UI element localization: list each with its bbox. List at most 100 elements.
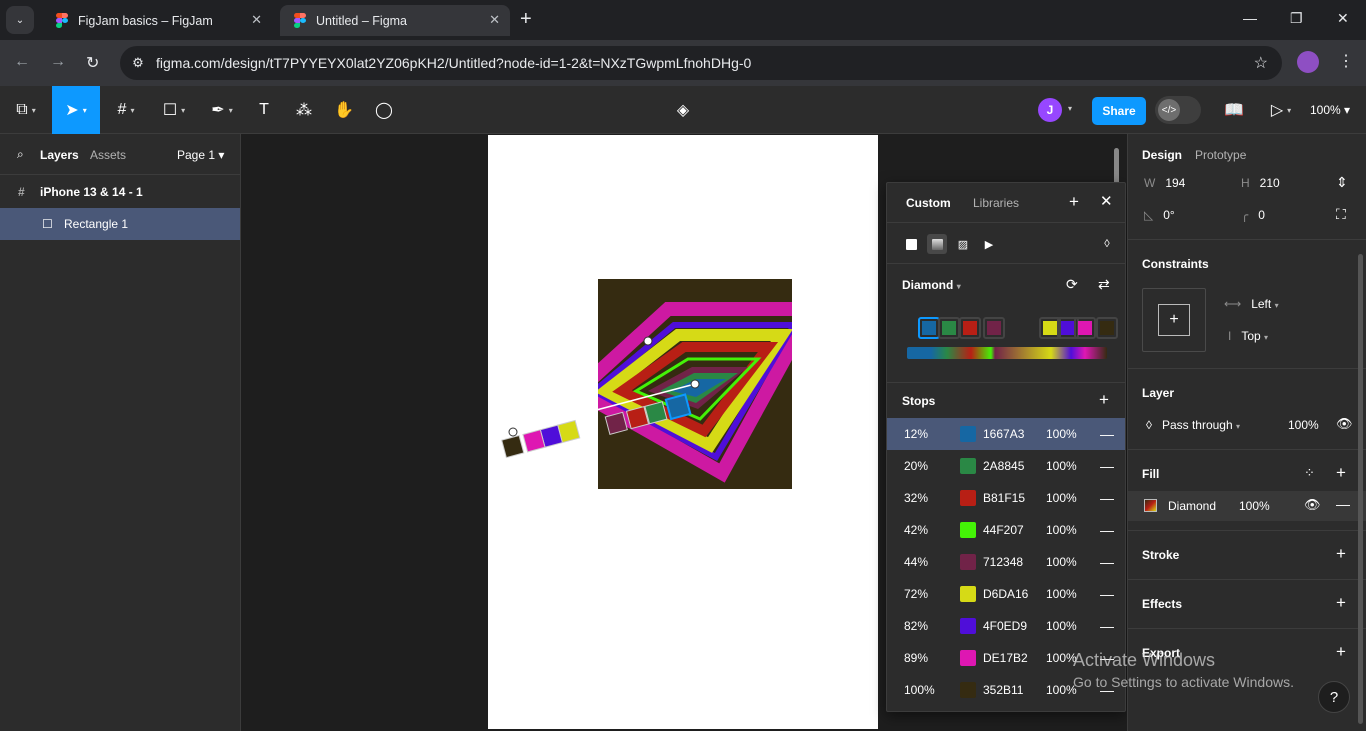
tab-untitled-figma[interactable]: Untitled – Figma ✕: [280, 5, 510, 36]
gradient-fill-icon[interactable]: [927, 234, 947, 254]
gradient-bar[interactable]: [907, 347, 1107, 359]
library-button[interactable]: 📖: [1222, 86, 1246, 134]
zoom-menu[interactable]: 100% ▾: [1310, 103, 1350, 117]
search-icon[interactable]: ⌕: [17, 147, 24, 162]
shape-tool-button[interactable]: ☐ ▾: [156, 86, 192, 134]
eye-icon[interactable]: 👁: [1304, 497, 1321, 513]
tab-search-icon[interactable]: ⌄: [6, 6, 34, 34]
eye-icon[interactable]: 👁: [1336, 416, 1353, 432]
chevron-down-icon[interactable]: ▾: [1068, 104, 1072, 113]
stop-opacity-field[interactable]: 100%: [1046, 619, 1077, 633]
constraint-widget[interactable]: +: [1142, 288, 1206, 352]
site-info-icon[interactable]: ⚙: [120, 55, 156, 71]
tab-libraries[interactable]: Libraries: [973, 196, 1019, 210]
share-button[interactable]: Share: [1092, 97, 1146, 125]
stop-position-field[interactable]: 100%: [904, 683, 935, 697]
profile-avatar[interactable]: [1297, 51, 1319, 73]
remove-stop-icon[interactable]: —: [1100, 586, 1114, 602]
stop-position-field[interactable]: 42%: [904, 523, 928, 537]
add-fill-icon[interactable]: +: [1336, 463, 1346, 483]
flip-gradient-icon[interactable]: ⇄: [1098, 276, 1110, 293]
canvas-stop-handle[interactable]: [664, 393, 692, 421]
close-tab-icon[interactable]: ✕: [489, 12, 500, 28]
layer-opacity-field[interactable]: 100%: [1288, 418, 1319, 432]
stop-color-swatch[interactable]: [960, 682, 976, 698]
stop-position-field[interactable]: 12%: [904, 427, 928, 441]
url-bar[interactable]: ⚙ figma.com/design/tT7PYYEYX0lat2YZ06pKH…: [120, 46, 1282, 80]
remove-stop-icon[interactable]: —: [1100, 490, 1114, 506]
stop-opacity-field[interactable]: 100%: [1046, 491, 1077, 505]
width-field[interactable]: W 194: [1144, 176, 1185, 190]
fill-styles-icon[interactable]: ⁘: [1304, 465, 1315, 481]
stop-hex-field[interactable]: 2A8845: [983, 459, 1024, 473]
horizontal-constraint-select[interactable]: ⟷ Left ▾: [1224, 297, 1279, 311]
back-icon[interactable]: ←: [14, 53, 30, 71]
present-button[interactable]: ▷ ▾: [1266, 86, 1296, 134]
stop-thumb[interactable]: [938, 317, 960, 339]
stop-hex-field[interactable]: 352B11: [983, 683, 1023, 697]
restore-button[interactable]: ❐: [1290, 10, 1303, 27]
image-fill-icon[interactable]: ▨: [953, 234, 973, 254]
stop-row[interactable]: 32% B81F15 100% —: [887, 482, 1125, 514]
remove-stop-icon[interactable]: —: [1100, 554, 1114, 570]
frame-tool-button[interactable]: # ▾: [108, 86, 144, 134]
page-selector[interactable]: Page 1 ▾: [177, 148, 224, 162]
stop-row[interactable]: 20% 2A8845 100% —: [887, 450, 1125, 482]
tab-assets[interactable]: Assets: [90, 148, 126, 162]
forward-icon[interactable]: →: [50, 53, 66, 71]
bookmark-star-icon[interactable]: ☆: [1254, 53, 1268, 73]
stop-color-swatch[interactable]: [960, 586, 976, 602]
layer-frame-item[interactable]: # iPhone 13 & 14 - 1: [0, 176, 240, 208]
video-fill-icon[interactable]: ▶: [979, 234, 999, 254]
add-effect-icon[interactable]: +: [1336, 593, 1346, 613]
comment-tool-button[interactable]: ◯: [372, 86, 396, 134]
stop-thumb[interactable]: [1074, 317, 1096, 339]
stop-thumb[interactable]: [959, 317, 981, 339]
panel-scrollbar[interactable]: [1358, 254, 1363, 724]
stop-hex-field[interactable]: 44F207: [983, 523, 1024, 537]
canvas-stop-handle[interactable]: [625, 406, 650, 430]
pen-tool-button[interactable]: ✒ ▾: [204, 86, 240, 134]
tab-custom[interactable]: Custom: [906, 196, 951, 210]
stop-position-field[interactable]: 89%: [904, 651, 928, 665]
tab-design[interactable]: Design: [1142, 148, 1182, 162]
help-button[interactable]: ?: [1318, 681, 1350, 713]
tab-prototype[interactable]: Prototype: [1195, 148, 1246, 162]
stop-opacity-field[interactable]: 100%: [1046, 587, 1077, 601]
remove-stop-icon[interactable]: —: [1100, 426, 1114, 442]
blend-mode-icon[interactable]: ◊: [1097, 234, 1117, 254]
gradient-origin-handle[interactable]: [690, 379, 700, 389]
add-stop-icon[interactable]: +: [1099, 390, 1109, 410]
fill-swatch[interactable]: [1144, 499, 1157, 512]
stop-hex-field[interactable]: 1667A3: [983, 427, 1024, 441]
stop-position-field[interactable]: 20%: [904, 459, 928, 473]
stop-position-field[interactable]: 72%: [904, 587, 928, 601]
independent-corners-icon[interactable]: ⛶: [1336, 206, 1346, 223]
stop-position-field[interactable]: 82%: [904, 619, 928, 633]
remove-fill-icon[interactable]: —: [1336, 496, 1350, 512]
stop-hex-field[interactable]: DE17B2: [983, 651, 1028, 665]
stop-color-swatch[interactable]: [960, 522, 976, 538]
stop-row[interactable]: 44% 712348 100% —: [887, 546, 1125, 578]
stop-row[interactable]: 12% 1667A3 100% —: [887, 418, 1125, 450]
close-window-button[interactable]: ✕: [1337, 10, 1349, 27]
gradient-end-handle[interactable]: [508, 427, 518, 437]
stop-color-swatch[interactable]: [960, 490, 976, 506]
stop-row[interactable]: 72% D6DA16 100% —: [887, 578, 1125, 610]
stop-opacity-field[interactable]: 100%: [1046, 459, 1077, 473]
stop-thumb[interactable]: [1096, 317, 1118, 339]
stop-opacity-field[interactable]: 100%: [1046, 427, 1077, 441]
stop-color-swatch[interactable]: [960, 426, 976, 442]
dev-mode-toggle[interactable]: </>: [1155, 96, 1201, 124]
close-tab-icon[interactable]: ✕: [251, 12, 262, 28]
tab-layers[interactable]: Layers: [40, 148, 79, 162]
add-style-icon[interactable]: +: [1069, 192, 1079, 212]
gradient-width-handle[interactable]: [643, 336, 653, 346]
stop-position-field[interactable]: 44%: [904, 555, 928, 569]
stop-opacity-field[interactable]: 100%: [1046, 523, 1077, 537]
stop-opacity-field[interactable]: 100%: [1046, 555, 1077, 569]
remove-stop-icon[interactable]: —: [1100, 522, 1114, 538]
add-export-icon[interactable]: +: [1336, 642, 1346, 662]
component-button[interactable]: ◈: [671, 86, 695, 134]
canvas-stop-handle[interactable]: [522, 429, 546, 453]
